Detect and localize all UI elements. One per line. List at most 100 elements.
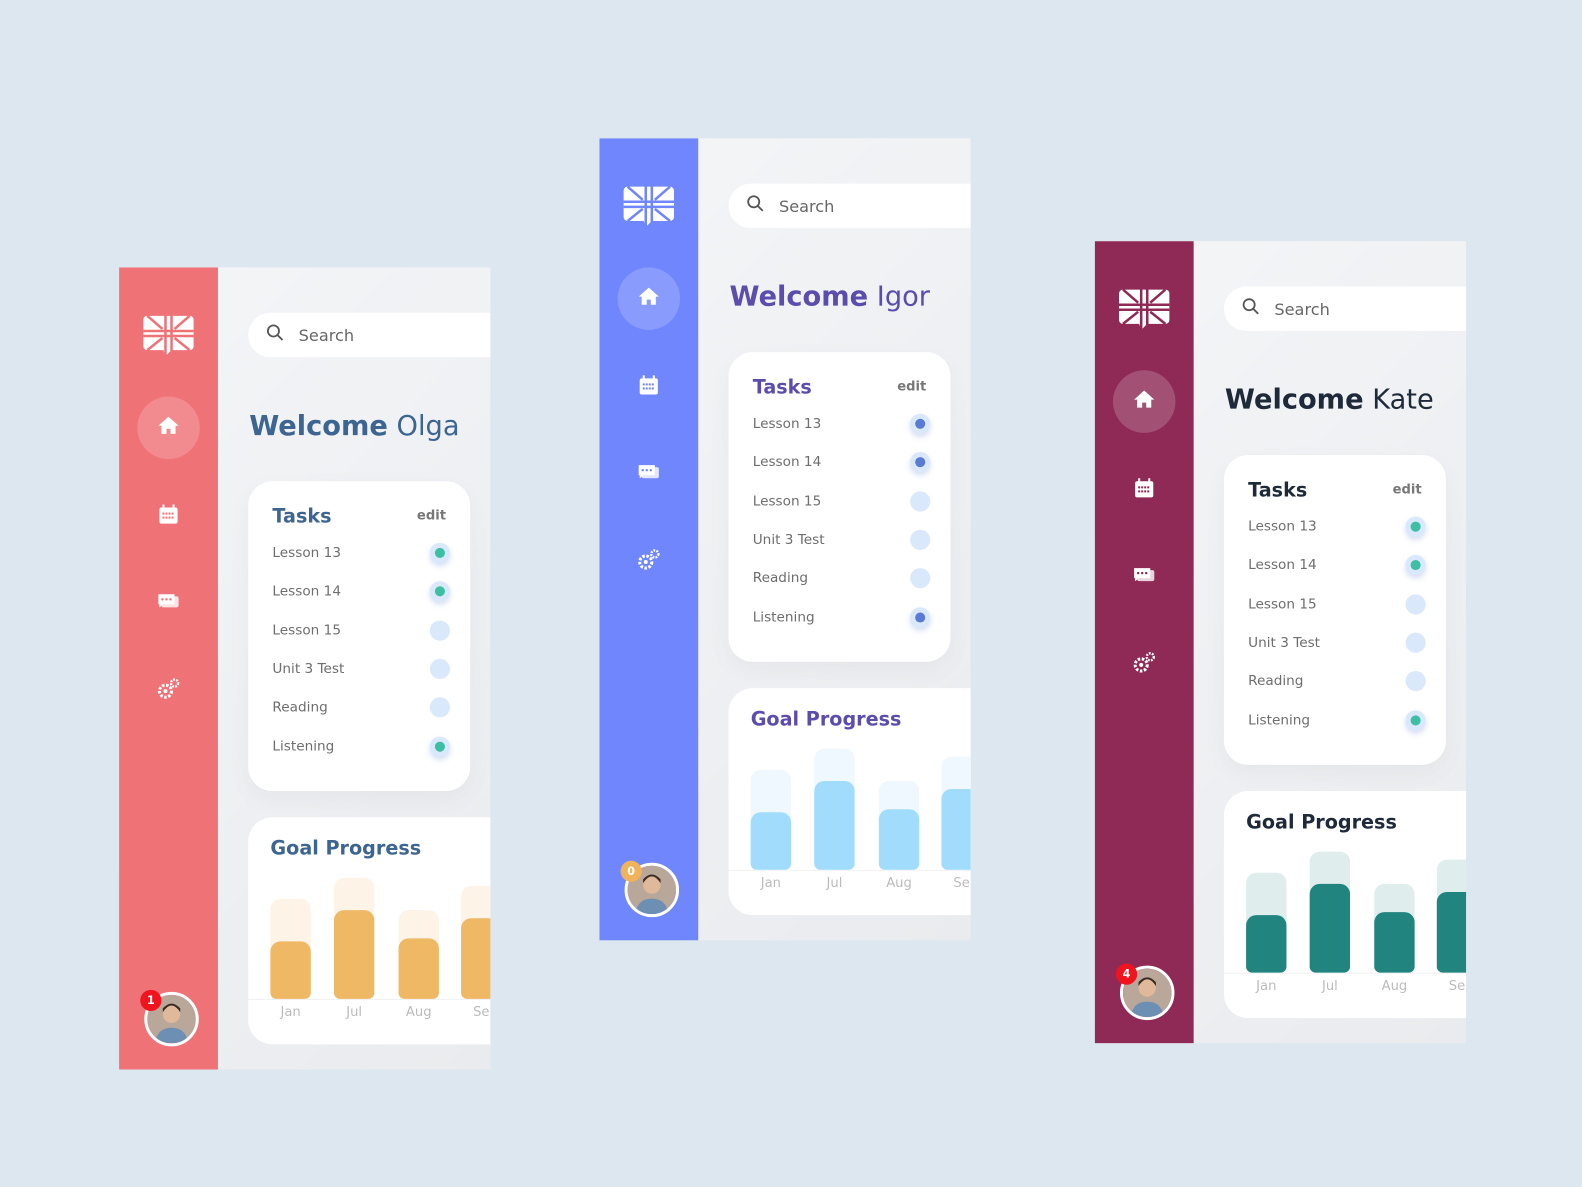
search-placeholder: Search: [778, 196, 835, 216]
task-checkbox[interactable]: [429, 581, 451, 602]
gear-icon: [637, 548, 661, 576]
sidebar: 0: [599, 138, 699, 941]
nav-messages[interactable]: [618, 443, 681, 506]
task-checkbox[interactable]: [910, 606, 931, 628]
notification-badge: 0: [620, 860, 642, 882]
tasks-title: Tasks: [1248, 479, 1308, 502]
nav-settings[interactable]: [1113, 634, 1176, 697]
month-label: Jan: [280, 1004, 301, 1021]
task-row[interactable]: Lesson 13: [1248, 515, 1426, 539]
task-row[interactable]: Unit 3 Test: [753, 528, 931, 552]
search-input[interactable]: Search: [248, 312, 491, 358]
task-label: Reading: [1248, 673, 1304, 690]
tasks-title: Tasks: [272, 505, 332, 528]
app-panel-kate: 4 Search Welcome Kate Tasks edit Lesson 1…: [1094, 241, 1467, 1044]
edit-tasks-button[interactable]: edit: [417, 509, 446, 524]
goal-bar-achieved: [398, 938, 439, 999]
task-row[interactable]: Lesson 15: [753, 489, 931, 513]
task-row[interactable]: Lesson 15: [1248, 592, 1426, 616]
task-label: Lesson 13: [752, 415, 822, 432]
task-checkbox[interactable]: [910, 490, 931, 512]
tasks-card: Tasks edit Lesson 13 Lesson 14 Lesson 15 Uni…: [728, 352, 951, 662]
task-checkbox[interactable]: [1405, 593, 1426, 615]
task-label: Lesson 15: [1248, 595, 1317, 613]
union-jack-logo-icon[interactable]: [1118, 287, 1170, 330]
welcome-heading: Welcome Kate: [1225, 384, 1434, 415]
user-name: Olga: [396, 410, 460, 442]
task-row[interactable]: Lesson 13: [753, 412, 931, 436]
nav-calendar[interactable]: [1113, 459, 1176, 522]
union-jack-logo-icon[interactable]: [623, 184, 675, 228]
task-row[interactable]: Reading: [753, 566, 931, 590]
task-row[interactable]: Lesson 13: [272, 541, 451, 565]
app-panel-olga: 1 Search Welcome Olga Tasks edit Lesson 1…: [119, 267, 491, 1070]
task-row[interactable]: Lesson 14: [1248, 553, 1426, 577]
task-checkbox[interactable]: [429, 697, 451, 718]
notification-badge: 1: [140, 989, 162, 1012]
task-label: Reading: [752, 570, 809, 587]
task-label: Lesson 15: [752, 492, 822, 510]
task-checkbox[interactable]: [429, 736, 451, 757]
edit-tasks-button[interactable]: edit: [1393, 482, 1422, 497]
task-row[interactable]: Listening: [1248, 708, 1426, 732]
notification-badge: 4: [1115, 963, 1138, 985]
task-row[interactable]: Lesson 14: [753, 450, 931, 474]
task-row[interactable]: Listening: [753, 605, 931, 629]
chart-axis: [728, 869, 971, 871]
task-label: Lesson 13: [1248, 518, 1317, 535]
task-label: Lesson 14: [1248, 557, 1317, 574]
nav-home[interactable]: [137, 396, 200, 460]
task-checkbox[interactable]: [1405, 555, 1426, 576]
goal-bar-achieved: [750, 812, 792, 870]
union-jack-logo-icon[interactable]: [143, 313, 194, 357]
task-checkbox[interactable]: [429, 620, 451, 641]
user-name: Kate: [1372, 384, 1434, 416]
task-label: Lesson 14: [272, 583, 341, 600]
search-input[interactable]: Search: [728, 183, 971, 229]
task-row[interactable]: Lesson 14: [272, 579, 451, 603]
goal-bar-achieved: [1374, 911, 1415, 973]
nav-calendar[interactable]: [137, 485, 200, 548]
task-row[interactable]: Reading: [272, 695, 451, 719]
welcome-word: Welcome: [249, 410, 388, 442]
user-name: Igor: [876, 281, 931, 313]
task-label: Listening: [752, 608, 815, 626]
nav-home[interactable]: [1112, 370, 1176, 433]
welcome-word: Welcome: [729, 281, 869, 313]
task-row[interactable]: Listening: [272, 734, 451, 758]
task-checkbox[interactable]: [910, 452, 931, 473]
home-icon: [637, 285, 661, 313]
edit-tasks-button[interactable]: edit: [897, 379, 926, 394]
search-input[interactable]: Search: [1223, 286, 1467, 331]
task-checkbox[interactable]: [429, 658, 451, 679]
calendar-icon: [1132, 476, 1156, 504]
task-row[interactable]: Unit 3 Test: [272, 657, 451, 681]
task-checkbox[interactable]: [1405, 709, 1426, 731]
nav-calendar[interactable]: [618, 356, 681, 419]
month-label: Jul: [1321, 978, 1338, 994]
task-row[interactable]: Reading: [1248, 669, 1426, 693]
task-checkbox[interactable]: [910, 413, 931, 434]
nav-messages[interactable]: [137, 572, 200, 635]
nav-settings[interactable]: [618, 531, 681, 594]
task-checkbox[interactable]: [429, 542, 451, 564]
task-checkbox[interactable]: [1405, 516, 1426, 537]
month-label: Jan: [1256, 978, 1277, 994]
nav-home[interactable]: [617, 267, 681, 330]
task-row[interactable]: Lesson 15: [272, 618, 451, 642]
task-checkbox[interactable]: [910, 529, 931, 550]
task-checkbox[interactable]: [1405, 671, 1426, 692]
goal-progress-card: Goal Progress Jan Jul Aug Se: [728, 688, 971, 916]
nav-messages[interactable]: [1113, 546, 1176, 609]
goal-bar-achieved: [333, 909, 375, 999]
stage: 1 Search Welcome Olga Tasks edit Lesson 1…: [0, 0, 1582, 1187]
task-checkbox[interactable]: [1405, 632, 1426, 653]
search-icon: [747, 195, 779, 217]
task-checkbox[interactable]: [910, 568, 931, 589]
task-label: Reading: [272, 699, 328, 716]
goal-bar-achieved: [1436, 891, 1467, 973]
task-row[interactable]: Unit 3 Test: [1248, 631, 1426, 655]
month-label: Se: [473, 1004, 490, 1021]
nav-settings[interactable]: [137, 660, 200, 723]
goal-bar-achieved: [1246, 914, 1287, 973]
